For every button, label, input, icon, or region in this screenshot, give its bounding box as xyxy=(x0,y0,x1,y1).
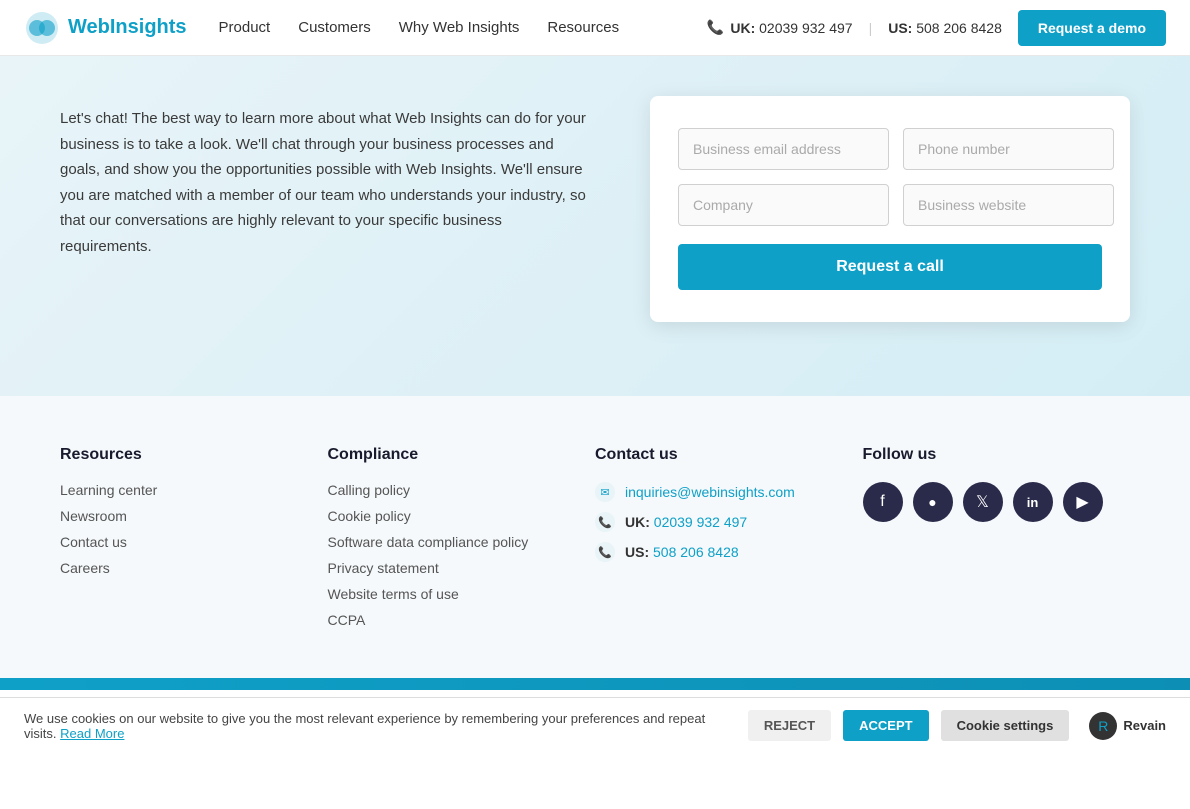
nav-links: Product Customers Why Web Insights Resou… xyxy=(219,19,707,36)
nav-why[interactable]: Why Web Insights xyxy=(399,19,520,36)
footer: Resources Learning center Newsroom Conta… xyxy=(0,396,1190,678)
cookie-bar-text: We use cookies on our website to give yo… xyxy=(24,711,736,741)
contact-title: Contact us xyxy=(595,446,863,464)
left-panel: Let's chat! The best way to learn more a… xyxy=(60,96,590,259)
contact-phone-us: US: 508 206 8428 xyxy=(625,544,739,560)
footer-ccpa[interactable]: CCPA xyxy=(328,612,596,628)
twitter-icon[interactable]: 𝕏 xyxy=(963,482,1003,522)
nav-product[interactable]: Product xyxy=(219,19,271,36)
nav-customers[interactable]: Customers xyxy=(298,19,371,36)
website-input[interactable] xyxy=(903,184,1114,226)
cookie-settings-button[interactable]: Cookie settings xyxy=(941,710,1070,741)
footer-contact: Contact us ✉ inquiries@webinsights.com 📞… xyxy=(595,446,863,638)
footer-newsroom[interactable]: Newsroom xyxy=(60,508,328,524)
instagram-icon[interactable]: ● xyxy=(913,482,953,522)
footer-cookie-policy[interactable]: Cookie policy xyxy=(328,508,596,524)
footer-resources: Resources Learning center Newsroom Conta… xyxy=(60,446,328,638)
contact-email[interactable]: inquiries@webinsights.com xyxy=(625,484,795,500)
phone-uk-icon: 📞 xyxy=(707,19,724,36)
logo-text: WebInsights xyxy=(68,16,187,39)
linkedin-icon[interactable]: in xyxy=(1013,482,1053,522)
footer-calling-policy[interactable]: Calling policy xyxy=(328,482,596,498)
follow-title: Follow us xyxy=(863,446,1131,464)
phone-uk-footer-icon: 📞 xyxy=(595,512,615,532)
contact-form: Request a call xyxy=(650,96,1130,322)
form-row-1 xyxy=(678,128,1102,170)
footer-website-terms[interactable]: Website terms of use xyxy=(328,586,596,602)
email-icon: ✉ xyxy=(595,482,615,502)
nav-phones: 📞 UK: 02039 932 497 | US: 508 206 8428 xyxy=(707,19,1002,36)
compliance-title: Compliance xyxy=(328,446,596,464)
logo-icon xyxy=(24,10,60,46)
logo[interactable]: WebInsights xyxy=(24,10,187,46)
revain-label: Revain xyxy=(1123,718,1166,733)
youtube-icon[interactable]: ▶ xyxy=(1063,482,1103,522)
phone-uk-label: UK: 02039 932 497 xyxy=(730,20,852,36)
footer-compliance: Compliance Calling policy Cookie policy … xyxy=(328,446,596,638)
form-row-2 xyxy=(678,184,1102,226)
footer-software-data[interactable]: Software data compliance policy xyxy=(328,534,596,550)
company-input[interactable] xyxy=(678,184,889,226)
navbar: WebInsights Product Customers Why Web In… xyxy=(0,0,1190,56)
hero-description: Let's chat! The best way to learn more a… xyxy=(60,106,590,259)
revain-icon: R xyxy=(1089,712,1117,740)
footer-learning-center[interactable]: Learning center xyxy=(60,482,328,498)
phone-us-footer-icon: 📞 xyxy=(595,542,615,562)
request-call-button[interactable]: Request a call xyxy=(678,244,1102,290)
footer-careers[interactable]: Careers xyxy=(60,560,328,576)
footer-follow: Follow us f ● 𝕏 in ▶ xyxy=(863,446,1131,638)
contact-phone-uk-row: 📞 UK: 02039 932 497 xyxy=(595,512,863,532)
cookie-bar: We use cookies on our website to give yo… xyxy=(0,697,1190,753)
business-email-input[interactable] xyxy=(678,128,889,170)
nav-resources[interactable]: Resources xyxy=(547,19,619,36)
phone-us: US: 508 206 8428 xyxy=(888,20,1002,36)
social-icons: f ● 𝕏 in ▶ xyxy=(863,482,1131,522)
reject-cookies-button[interactable]: REJECT xyxy=(748,710,831,741)
main-content: Let's chat! The best way to learn more a… xyxy=(0,56,1190,396)
phone-uk: 📞 UK: 02039 932 497 xyxy=(707,19,853,36)
contact-phone-uk: UK: 02039 932 497 xyxy=(625,514,747,530)
facebook-icon[interactable]: f xyxy=(863,482,903,522)
footer-contact-us[interactable]: Contact us xyxy=(60,534,328,550)
contact-email-row: ✉ inquiries@webinsights.com xyxy=(595,482,863,502)
revain-widget: R Revain xyxy=(1089,712,1166,740)
phone-separator: | xyxy=(869,20,873,36)
accept-cookies-button[interactable]: ACCEPT xyxy=(843,710,928,741)
footer-privacy-statement[interactable]: Privacy statement xyxy=(328,560,596,576)
contact-phone-us-row: 📞 US: 508 206 8428 xyxy=(595,542,863,562)
phone-number-input[interactable] xyxy=(903,128,1114,170)
resources-title: Resources xyxy=(60,446,328,464)
request-demo-button[interactable]: Request a demo xyxy=(1018,10,1166,46)
blue-bar xyxy=(0,678,1190,690)
phone-us-label: US: 508 206 8428 xyxy=(888,20,1002,36)
read-more-link[interactable]: Read More xyxy=(60,726,124,741)
